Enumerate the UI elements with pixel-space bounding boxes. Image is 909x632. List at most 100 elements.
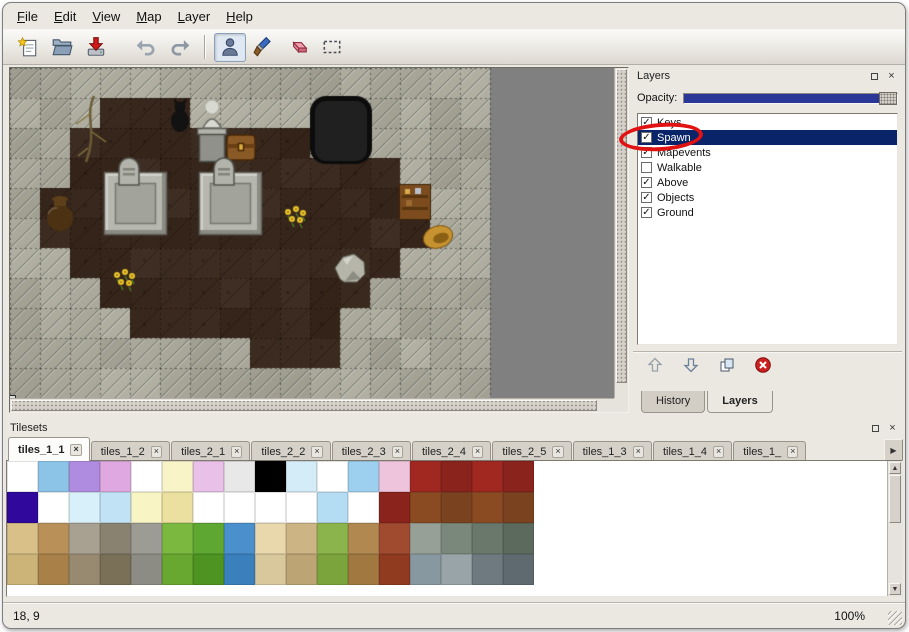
float-tilesets-icon[interactable] <box>869 422 882 435</box>
layer-row-mapevents[interactable]: ✓Mapevents <box>638 145 897 160</box>
menu-file[interactable]: File <box>9 6 46 27</box>
tileset-tile[interactable] <box>441 461 472 492</box>
redo-button[interactable] <box>164 33 196 62</box>
tileset-tile[interactable] <box>224 523 255 554</box>
tileset-tile[interactable] <box>69 554 100 585</box>
scroll-down-button[interactable]: ▼ <box>889 583 901 595</box>
tileset-tile[interactable] <box>69 461 100 492</box>
tileset-tile[interactable] <box>7 461 38 492</box>
tileset-tile[interactable] <box>348 554 379 585</box>
tileset-tile[interactable] <box>193 554 224 585</box>
map-canvas[interactable] <box>10 68 614 398</box>
tab-scroll-right-button[interactable]: ▶ <box>884 439 903 461</box>
tileset-tile[interactable] <box>69 523 100 554</box>
float-panel-icon[interactable] <box>868 70 881 83</box>
tileset-tile[interactable] <box>317 461 348 492</box>
layer-visibility-checkbox[interactable]: ✓ <box>641 177 652 188</box>
close-tab-icon[interactable]: × <box>787 446 798 458</box>
layer-row-objects[interactable]: ✓Objects <box>638 190 897 205</box>
stamp-tool-button[interactable] <box>214 33 246 62</box>
menu-edit[interactable]: Edit <box>46 6 84 27</box>
tileset-tile[interactable] <box>472 523 503 554</box>
tileset-tile[interactable] <box>286 523 317 554</box>
tileset-tile[interactable] <box>255 492 286 523</box>
tileset-tile[interactable] <box>7 523 38 554</box>
tileset-tile[interactable] <box>38 492 69 523</box>
tileset-tile[interactable] <box>348 492 379 523</box>
tileset-tile[interactable] <box>317 523 348 554</box>
tileset-tile[interactable] <box>317 492 348 523</box>
tileset-tab-tiles_2_1[interactable]: tiles_2_1× <box>171 441 250 461</box>
lower-layer-button[interactable] <box>679 354 703 376</box>
tileset-tile[interactable] <box>348 523 379 554</box>
select-tool-button[interactable] <box>316 33 348 62</box>
tileset-tab-tiles_2_4[interactable]: tiles_2_4× <box>412 441 491 461</box>
tileset-tile[interactable] <box>100 492 131 523</box>
tileset-tile[interactable] <box>503 461 534 492</box>
layer-row-ground[interactable]: ✓Ground <box>638 205 897 220</box>
layer-visibility-checkbox[interactable] <box>641 162 652 173</box>
tileset-tab-tiles_1_4[interactable]: tiles_1_4× <box>653 441 732 461</box>
close-tab-icon[interactable]: × <box>633 446 644 458</box>
raise-layer-button[interactable] <box>643 354 667 376</box>
tileset-tile[interactable] <box>193 492 224 523</box>
tileset-tile[interactable] <box>255 523 286 554</box>
close-tilesets-icon[interactable]: × <box>886 422 899 435</box>
close-tab-icon[interactable]: × <box>552 446 563 458</box>
tileset-tile[interactable] <box>503 523 534 554</box>
tileset-tile[interactable] <box>224 461 255 492</box>
save-button[interactable] <box>80 33 112 62</box>
menu-help[interactable]: Help <box>218 6 261 27</box>
panel-tab-history[interactable]: History <box>641 391 705 413</box>
map-vertical-scroll-thumb[interactable] <box>616 69 627 383</box>
layer-visibility-checkbox[interactable]: ✓ <box>641 192 652 203</box>
tileset-tile[interactable] <box>131 461 162 492</box>
tileset-tile[interactable] <box>348 461 379 492</box>
tileset-tile[interactable] <box>255 554 286 585</box>
tileset-tab-tiles_1_3[interactable]: tiles_1_3× <box>573 441 652 461</box>
close-tab-icon[interactable]: × <box>472 446 483 458</box>
map-vertical-scrollbar[interactable] <box>614 68 628 398</box>
map-horizontal-scroll-thumb[interactable] <box>11 400 597 411</box>
tileset-tile[interactable] <box>379 523 410 554</box>
tileset-tile[interactable] <box>7 554 38 585</box>
close-tab-icon[interactable]: × <box>70 444 81 456</box>
tileset-tile[interactable] <box>286 492 317 523</box>
tileset-tile[interactable] <box>410 523 441 554</box>
layer-visibility-checkbox[interactable]: ✓ <box>641 117 652 128</box>
brush-tool-button[interactable] <box>248 33 280 62</box>
tileset-tile[interactable] <box>131 492 162 523</box>
tileset-tile[interactable] <box>410 461 441 492</box>
tileset-tile[interactable] <box>100 523 131 554</box>
close-tab-icon[interactable]: × <box>392 446 403 458</box>
tileset-scroll-thumb[interactable] <box>889 475 901 523</box>
layer-row-keys[interactable]: ✓Keys <box>638 115 897 130</box>
resize-grip[interactable] <box>888 611 902 625</box>
tileset-tile[interactable] <box>100 461 131 492</box>
new-file-button[interactable] <box>12 33 44 62</box>
tileset-tab-tiles_1_1[interactable]: tiles_1_1× <box>8 437 90 461</box>
close-tab-icon[interactable]: × <box>151 446 162 458</box>
tileset-tile[interactable] <box>286 461 317 492</box>
tileset-tile[interactable] <box>131 554 162 585</box>
tileset-tab-tiles_1_2[interactable]: tiles_1_2× <box>91 441 170 461</box>
delete-layer-button[interactable] <box>751 354 775 376</box>
panel-tab-layers[interactable]: Layers <box>707 391 772 413</box>
tileset-tile[interactable] <box>410 492 441 523</box>
tileset-tile[interactable] <box>472 492 503 523</box>
tileset-tile[interactable] <box>472 461 503 492</box>
tileset-tile[interactable] <box>7 492 38 523</box>
tileset-tile[interactable] <box>224 554 255 585</box>
tileset-tile[interactable] <box>162 523 193 554</box>
tileset-tile[interactable] <box>379 554 410 585</box>
tileset-tile[interactable] <box>286 554 317 585</box>
map-horizontal-scrollbar[interactable] <box>10 398 614 412</box>
menu-layer[interactable]: Layer <box>170 6 219 27</box>
eraser-tool-button[interactable] <box>282 33 314 62</box>
tileset-tile[interactable] <box>100 554 131 585</box>
tileset-tab-tiles_2_2[interactable]: tiles_2_2× <box>251 441 330 461</box>
layer-visibility-checkbox[interactable]: ✓ <box>641 147 652 158</box>
tileset-tile[interactable] <box>441 523 472 554</box>
tileset-tab-tiles_1_[interactable]: tiles_1_× <box>733 441 806 461</box>
undo-button[interactable] <box>130 33 162 62</box>
